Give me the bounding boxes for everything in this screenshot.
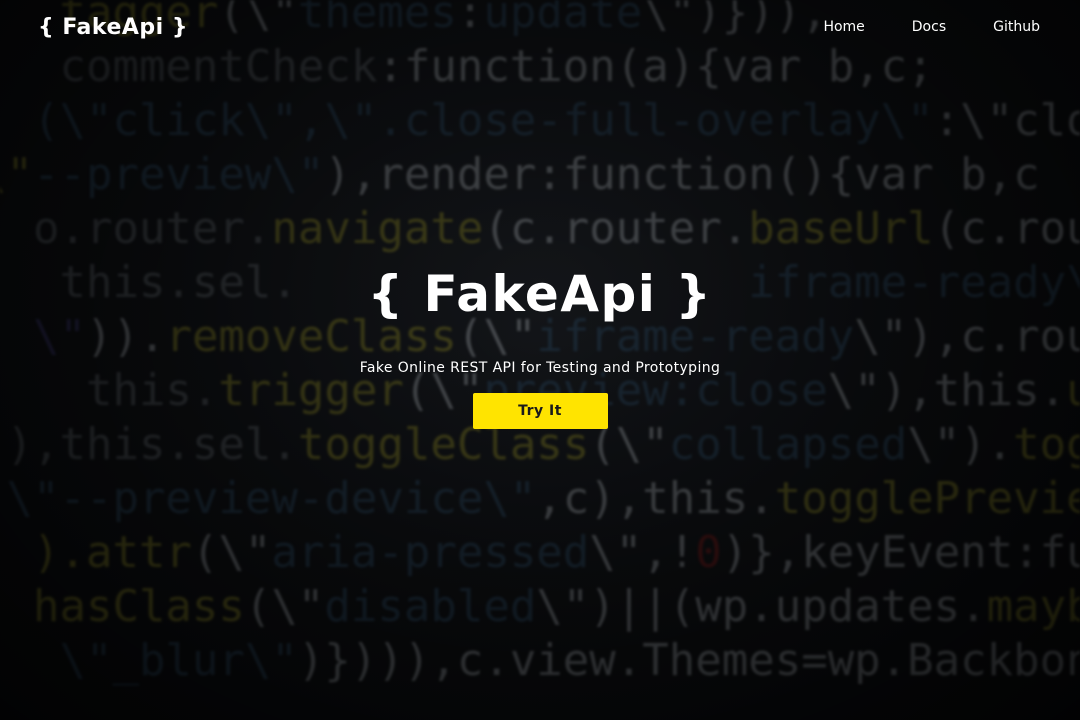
nav-link-docs[interactable]: Docs — [912, 19, 946, 35]
nav-link-home[interactable]: Home — [823, 19, 864, 35]
nav-link-github[interactable]: Github — [993, 19, 1040, 35]
hero-subtitle: Fake Online REST API for Testing and Pro… — [359, 360, 721, 376]
hero-title: { FakeApi } — [367, 265, 713, 323]
nav-links: Home Docs Github — [823, 19, 1040, 35]
site-logo[interactable]: { FakeApi } — [38, 15, 188, 40]
landing-page: tagger(\"themes:update\")})), commentChe… — [0, 0, 1080, 720]
hero-section: { FakeApi } Fake Online REST API for Tes… — [0, 262, 1080, 429]
try-it-button[interactable]: Try It — [472, 393, 608, 429]
top-navbar: { FakeApi } Home Docs Github — [0, 0, 1080, 54]
